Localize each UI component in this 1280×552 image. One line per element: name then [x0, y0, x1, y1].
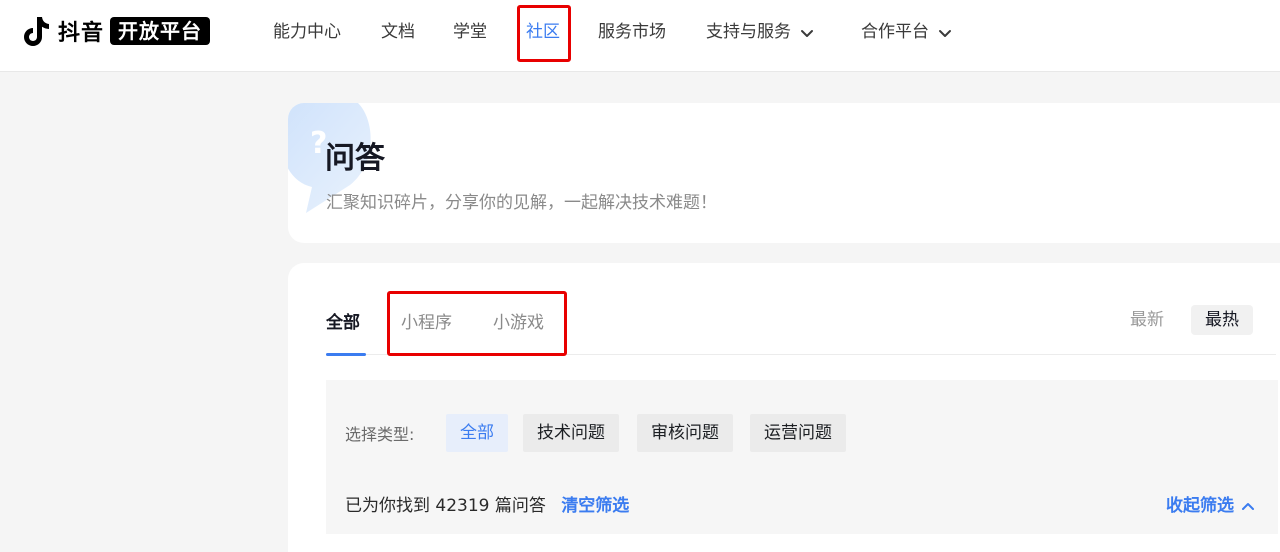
tab-label: 全部: [326, 313, 360, 333]
nav-item-partner-platform[interactable]: 合作平台: [861, 20, 953, 44]
page-title: 问答: [325, 141, 385, 176]
nav-item-label: 学堂: [453, 22, 487, 42]
filter-type-label: 选择类型:: [345, 425, 415, 444]
nav-item-academy[interactable]: 学堂: [453, 20, 487, 44]
nav-item-label: 支持与服务: [706, 22, 791, 42]
tab-all[interactable]: 全部: [326, 311, 366, 356]
nav-item-label: 能力中心: [273, 22, 341, 42]
nav-item-service-market[interactable]: 服务市场: [598, 20, 666, 44]
tab-mini-game[interactable]: 小游戏: [493, 311, 544, 355]
nav-item-docs[interactable]: 文档: [381, 20, 415, 44]
tab-label: 小游戏: [493, 313, 544, 333]
logo-text: 抖音: [58, 21, 105, 46]
nav-item-community[interactable]: 社区: [526, 20, 560, 44]
result-summary: 已为你找到 42319 篇问答 清空筛选: [345, 494, 629, 518]
nav-item-label: 合作平台: [861, 22, 929, 42]
nav-item-label: 文档: [381, 22, 415, 42]
filter-panel: 选择类型: 全部 技术问题 审核问题 运营问题 已为你找到 42319 篇问答 …: [326, 380, 1278, 534]
nav-item-capability-center[interactable]: 能力中心: [273, 20, 341, 44]
filter-chip-all[interactable]: 全部: [446, 414, 508, 452]
qa-hero-banner: ? 问答 汇聚知识碎片，分享你的见解，一起解决技术难题！: [288, 103, 1280, 243]
qa-list-panel: 全部 小程序 小游戏 最新 最热 选择类型: 全部 技术问题 审核问题 运营问题…: [288, 263, 1280, 552]
nav-item-label: 社区: [526, 22, 560, 42]
chevron-up-icon: [1240, 498, 1256, 514]
filter-chip-review[interactable]: 审核问题: [637, 414, 733, 452]
active-tab-indicator: [326, 353, 366, 356]
filter-chip-tech[interactable]: 技术问题: [523, 414, 619, 452]
nav-item-label: 服务市场: [598, 22, 666, 42]
result-prefix: 已为你找到: [345, 496, 430, 516]
sort-hot-button[interactable]: 最热: [1191, 305, 1253, 335]
filter-chip-operation[interactable]: 运营问题: [750, 414, 846, 452]
result-count: 42319: [435, 496, 490, 516]
chevron-down-icon: [799, 24, 815, 40]
douyin-note-icon: [24, 15, 50, 47]
nav-item-support-services[interactable]: 支持与服务: [706, 20, 815, 44]
tab-mini-program[interactable]: 小程序: [401, 311, 452, 355]
top-nav: 抖音 开放平台 能力中心 文档 学堂 社区 服务市场 支持与服务 合作平台: [0, 0, 1280, 72]
tab-label: 小程序: [401, 313, 452, 333]
clear-filter-link[interactable]: 清空筛选: [561, 496, 629, 516]
logo-badge: 开放平台: [110, 17, 211, 45]
page-subtitle: 汇聚知识碎片，分享你的见解，一起解决技术难题！: [326, 193, 717, 213]
sort-latest-button[interactable]: 最新: [1130, 305, 1164, 335]
chevron-down-icon: [937, 24, 953, 40]
collapse-filter-button[interactable]: 收起筛选: [1166, 494, 1256, 518]
result-suffix: 篇问答: [494, 496, 546, 516]
collapse-filter-label: 收起筛选: [1166, 496, 1234, 516]
douyin-open-platform-logo[interactable]: 抖音 开放平台: [24, 14, 211, 48]
